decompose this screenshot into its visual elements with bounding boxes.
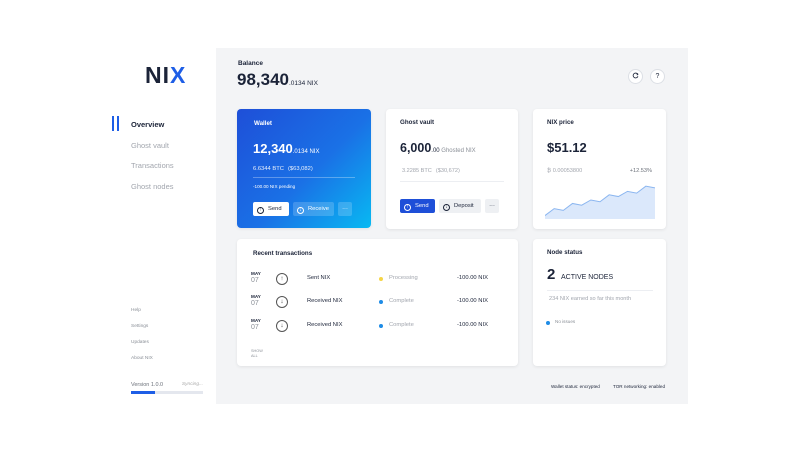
ghost-vault-title: Ghost vault (400, 119, 435, 126)
deposit-icon: ↓ (443, 204, 450, 211)
recent-transactions-card: Recent transactions MAY 07 ↑ Sent NIX Pro… (237, 239, 518, 366)
ghost-send-button[interactable]: ↑ Send (400, 199, 435, 213)
arrow-down-icon: ↓ (276, 296, 288, 308)
version-label: Version 1.0.0 (131, 382, 164, 388)
recent-transactions-title: Recent transactions (253, 250, 313, 257)
ghost-deposit-button[interactable]: ↓ Deposit (439, 199, 481, 213)
nix-price-card: NIX price $51.12 ₿ 0.00053800 +12.53% (533, 109, 666, 229)
balance-amount: 98,340.0134 NIX (237, 70, 318, 89)
ghost-vault-card: Ghost vault 6,000.00 Ghosted NIX 3.2285 … (386, 109, 518, 229)
help-button[interactable]: ? (650, 69, 665, 84)
settings-link[interactable]: Settings (131, 324, 153, 340)
tx-date: MAY 07 (251, 271, 261, 284)
tx-amount: -100.00 NIX (457, 298, 488, 304)
wallet-status: Wallet status: encrypted (551, 384, 600, 389)
nix-price-title: NIX price (547, 119, 574, 126)
ghost-more-button[interactable]: ··· (485, 199, 499, 213)
arrow-up-icon: ↑ (276, 273, 288, 285)
send-icon: ↑ (404, 204, 411, 211)
wallet-receive-button[interactable]: ↓ Receive (293, 202, 334, 216)
sync-progress-fill (131, 391, 155, 394)
nix-price-amount: $51.12 (547, 140, 587, 155)
table-row[interactable]: MAY 07 ↓ Received NIX Complete -100.00 NI… (251, 294, 503, 314)
ghost-vault-fiat: 3.2285 BTC ($30,672) (402, 168, 460, 174)
table-row[interactable]: MAY 07 ↑ Sent NIX Processing -100.00 NIX (251, 271, 503, 291)
tx-date: MAY 07 (251, 294, 261, 307)
ghost-vault-amount: 6,000.00 Ghosted NIX (400, 141, 476, 155)
status-dot (379, 300, 383, 304)
node-status-title: Node status (547, 249, 583, 256)
tx-name: Sent NIX (307, 275, 331, 281)
sidebar-footer-links: Help Settings Updates About NIX (131, 308, 153, 372)
main-panel: Balance 98,340.0134 NIX ? Wallet 12,340.… (216, 48, 688, 404)
wallet-fiat: 6.6344 BTC ($63,082) (253, 166, 313, 172)
wallet-send-button[interactable]: ↑ Send (253, 202, 289, 216)
wallet-title: Wallet (254, 120, 272, 127)
wallet-more-button[interactable]: ··· (338, 202, 352, 216)
nix-logo[interactable]: NIX (145, 62, 186, 89)
nix-price-btc: ₿ 0.00053800 (547, 168, 583, 174)
arrow-down-icon: ↓ (276, 320, 288, 332)
status-dot (379, 277, 383, 281)
price-chart (545, 185, 655, 219)
active-node-count: 2 (547, 266, 556, 283)
tx-amount: -100.00 NIX (457, 322, 488, 328)
tx-amount: -100.00 NIX (457, 275, 488, 281)
tx-status: Complete (389, 298, 414, 304)
sidebar-nav: Overview Ghost vault Transactions Ghost … (112, 116, 216, 200)
status-dot (546, 321, 550, 325)
status-dot (379, 324, 383, 328)
tx-status: Processing (389, 275, 418, 281)
wallet-card: Wallet 12,340.0134 NIX 6.6344 BTC ($63,08… (237, 109, 371, 228)
divider (253, 177, 355, 178)
sync-status: Syncing... (181, 382, 203, 387)
wallet-pending: -100.00 NIX pending (253, 184, 296, 189)
active-nodes-label: ACTIVE NODES (561, 274, 614, 281)
sidebar-item-transactions[interactable]: Transactions (112, 159, 216, 179)
tor-status: TOR networking: enabled (613, 384, 666, 389)
tx-name: Received NIX (307, 322, 343, 328)
sidebar-item-ghost-vault[interactable]: Ghost vault (112, 139, 216, 159)
refresh-button[interactable] (628, 69, 643, 84)
send-icon: ↑ (257, 207, 264, 214)
receive-icon: ↓ (297, 207, 304, 214)
version-row: Version 1.0.0 Syncing... (131, 382, 203, 388)
nix-price-change: +12.53% (629, 168, 652, 174)
node-issues: No issues (555, 319, 576, 324)
sidebar-item-overview[interactable]: Overview (112, 116, 216, 138)
sidebar-item-ghost-nodes[interactable]: Ghost nodes (112, 180, 216, 200)
tx-name: Received NIX (307, 298, 343, 304)
show-all-link[interactable]: SHOW ALL (251, 349, 267, 358)
updates-link[interactable]: Updates (131, 340, 153, 356)
table-row[interactable]: MAY 07 ↓ Received NIX Complete -100.00 NI… (251, 318, 503, 338)
tx-status: Complete (389, 322, 414, 328)
sync-progress-bar (131, 391, 203, 394)
divider (547, 290, 653, 291)
node-status-card: Node status 2 ACTIVE NODES 234 NIX earne… (533, 239, 666, 366)
refresh-icon (632, 72, 639, 79)
divider (400, 181, 504, 182)
about-link[interactable]: About NIX (131, 356, 153, 372)
tx-date: MAY 07 (251, 318, 261, 331)
node-earnings: 234 NIX earned so far this month (549, 296, 632, 302)
sidebar: NIX Overview Ghost vault Transactions Gh… (112, 48, 216, 404)
wallet-amount: 12,340.0134 NIX (253, 141, 320, 156)
help-link[interactable]: Help (131, 308, 153, 324)
balance-label: Balance (238, 60, 263, 67)
